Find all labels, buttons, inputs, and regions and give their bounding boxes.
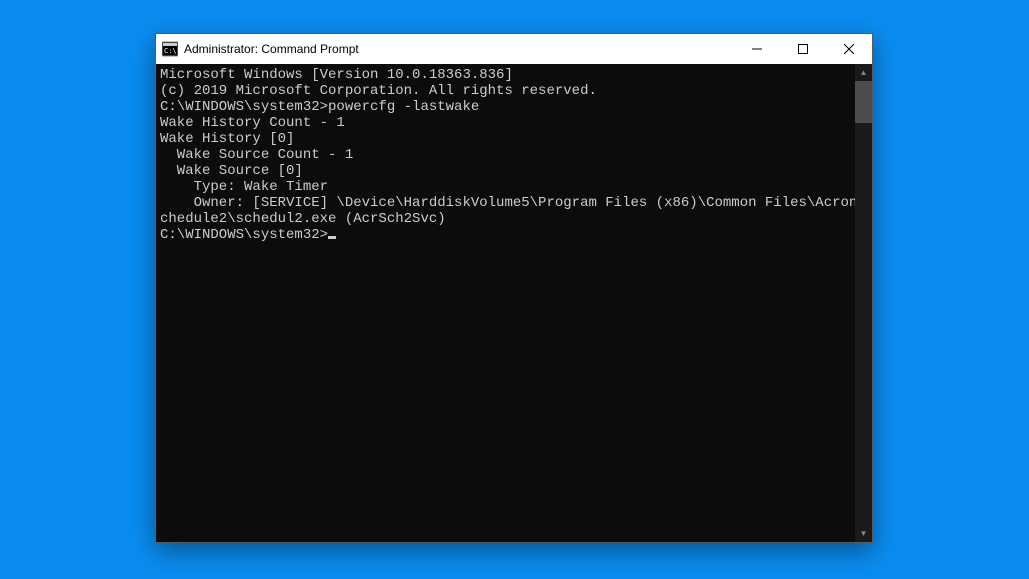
window-controls bbox=[734, 34, 872, 64]
console-line: Wake Source Count - 1 bbox=[160, 147, 855, 163]
scroll-down-arrow[interactable]: ▼ bbox=[855, 525, 872, 542]
console-line: C:\WINDOWS\system32> bbox=[160, 227, 855, 243]
scroll-thumb[interactable] bbox=[855, 81, 872, 123]
scroll-up-arrow[interactable]: ▲ bbox=[855, 64, 872, 81]
console-area: Microsoft Windows [Version 10.0.18363.83… bbox=[156, 64, 872, 542]
console-line: Wake Source [0] bbox=[160, 163, 855, 179]
titlebar[interactable]: C:\ Administrator: Command Prompt bbox=[156, 34, 872, 64]
window-title: Administrator: Command Prompt bbox=[184, 42, 734, 56]
minimize-button[interactable] bbox=[734, 34, 780, 64]
svg-text:C:\: C:\ bbox=[164, 47, 177, 55]
console-line: C:\WINDOWS\system32>powercfg -lastwake bbox=[160, 99, 855, 115]
maximize-button[interactable] bbox=[780, 34, 826, 64]
console-line: chedule2\schedul2.exe (AcrSch2Svc) bbox=[160, 211, 855, 227]
vertical-scrollbar[interactable]: ▲ ▼ bbox=[855, 64, 872, 542]
cursor bbox=[328, 236, 336, 239]
console-line: Wake History Count - 1 bbox=[160, 115, 855, 131]
command-prompt-window: C:\ Administrator: Command Prompt Micros… bbox=[155, 33, 873, 543]
console-line: Owner: [SERVICE] \Device\HarddiskVolume5… bbox=[160, 195, 855, 211]
console-output[interactable]: Microsoft Windows [Version 10.0.18363.83… bbox=[156, 64, 855, 542]
console-line: (c) 2019 Microsoft Corporation. All righ… bbox=[160, 83, 855, 99]
cmd-icon: C:\ bbox=[162, 41, 178, 57]
close-button[interactable] bbox=[826, 34, 872, 64]
console-line: Wake History [0] bbox=[160, 131, 855, 147]
console-line: Type: Wake Timer bbox=[160, 179, 855, 195]
console-line: Microsoft Windows [Version 10.0.18363.83… bbox=[160, 67, 855, 83]
